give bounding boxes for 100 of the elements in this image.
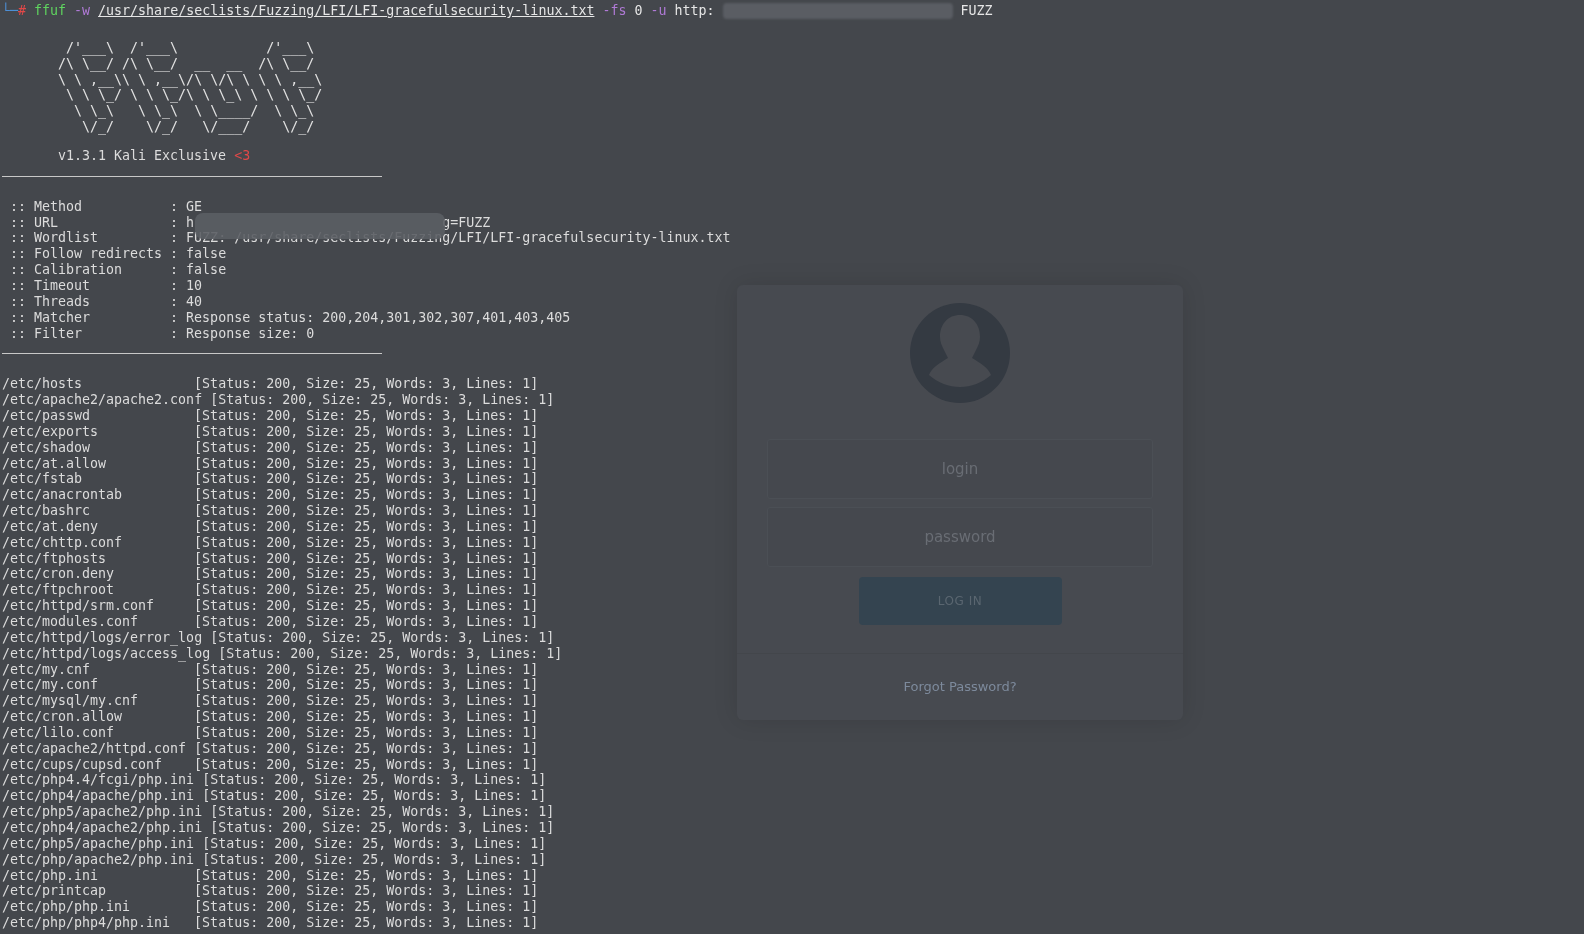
config-label: :: Calibration: [9, 262, 124, 278]
result-info: [Status: 200, Size: 25, Words: 3, Lines: 1]: [194, 408, 539, 424]
result-info: [Status: 200, Size: 25, Words: 3, Lines: 1]: [194, 883, 539, 900]
result-info: [Status: 200, Size: 25, Words: 3, Lines: 1]: [194, 455, 539, 472]
config-value: : false: [170, 246, 227, 263]
config-label: :: URL: [9, 214, 60, 231]
config-value: g=FUZZ: [442, 214, 491, 231]
prompt-corner: └─: [2, 3, 18, 19]
command-name: ffuf: [34, 3, 67, 19]
result-path: /etc/exports: [2, 423, 100, 440]
result-path: /etc/hosts: [2, 376, 84, 393]
result-path: /etc/apache2/apache2.conf: [2, 392, 203, 409]
config-label: :: Method: [9, 198, 84, 215]
result-path: /etc/modules.conf: [2, 614, 140, 630]
result-path: /etc/php/php4/php.ini: [2, 915, 172, 931]
result-info: [Status: 200, Size: 25, Words: 3, Lines: 1]: [194, 614, 539, 630]
config-value: : h: [170, 214, 195, 231]
result-info: [Status: 200, Size: 25, Words: 3, Lines: 1]: [210, 392, 555, 409]
config-value: : Response size: 0: [170, 325, 315, 342]
result-path: /etc/chttp.conf: [2, 534, 124, 551]
result-info: [Status: 200, Size: 25, Words: 3, Lines: 1]: [194, 518, 539, 535]
result-path: /etc/fstab: [2, 471, 84, 488]
config-label: :: Threads: [9, 293, 92, 310]
result-info: [Status: 200, Size: 25, Words: 3, Lines: 1]: [194, 661, 539, 678]
result-info: [Status: 200, Size: 25, Words: 3, Lines: 1]: [194, 867, 539, 884]
command-argument: FUZZ: [960, 3, 993, 19]
result-path: /etc/cron.allow: [2, 709, 124, 725]
result-info: [Status: 200, Size: 25, Words: 3, Lines: 1]: [194, 709, 539, 725]
result-path: /etc/my.conf: [2, 677, 100, 694]
command-option-text: -w: [74, 3, 91, 19]
result-path: /etc/php5/apache2/php.ini: [2, 804, 203, 820]
ascii-logo: /'___\ /'___\ /'___\ /\ \__/ /\ \__/ __ __ /\ \__/ \ \ ,__\\ \ ,__\/\ \/\ \ \ \ ,__\ \ \ \_/ \ \ \_/\ \ \_\ \ \ \ \_/ \ \_\ \ \_\ \ \____/ \ \_\ \/_/ \/_/ \/___/ \/_/: [57, 39, 324, 135]
result-path: /etc/php5/apache/php.ini: [2, 835, 195, 852]
result-path: /etc/httpd/srm.conf: [2, 598, 156, 614]
result-path: /etc/ftphosts: [2, 550, 108, 567]
result-info: [Status: 200, Size: 25, Words: 3, Lines: 1]: [194, 566, 539, 583]
result-info: [Status: 200, Size: 25, Words: 3, Lines: 1]: [202, 772, 547, 789]
result-info: [Status: 200, Size: 25, Words: 3, Lines: 1]: [202, 788, 547, 805]
result-info: [Status: 200, Size: 25, Words: 3, Lines: 1]: [194, 899, 539, 916]
result-path: /etc/httpd/logs/error_log: [2, 629, 203, 646]
result-info: [Status: 200, Size: 25, Words: 3, Lines: 1]: [194, 423, 539, 440]
prompt-symbol: #: [18, 3, 27, 19]
result-info: [Status: 200, Size: 25, Words: 3, Lines: 1]: [194, 693, 539, 710]
result-info: [Status: 200, Size: 25, Words: 3, Lines: 1]: [194, 471, 539, 488]
heart-text: <3: [234, 147, 251, 164]
config-label: :: Filter: [9, 325, 84, 342]
result-path: /etc/ftpchroot: [2, 582, 116, 599]
result-info: [Status: 200, Size: 25, Words: 3, Lines: 1]: [194, 598, 539, 614]
version-text: v1.3.1 Kali Exclusive: [58, 147, 227, 164]
command-option-text: -fs: [602, 3, 627, 19]
result-info: [Status: 200, Size: 25, Words: 3, Lines: 1]: [194, 550, 539, 567]
command-path: /usr/share/seclists/Fuzzing/LFI/LFI-gracefulsecurity-linux.txt: [98, 3, 595, 19]
result-info: [Status: 200, Size: 25, Words: 3, Lines: 1]: [194, 677, 539, 694]
config-label: :: Follow redirects: [9, 246, 164, 263]
command-argument: http:: [674, 3, 715, 19]
result-path: /etc/at.deny: [2, 518, 100, 535]
result-path: /etc/cups/cupsd.conf: [2, 756, 164, 773]
result-info: [Status: 200, Size: 25, Words: 3, Lines: 1]: [210, 629, 555, 646]
result-path: /etc/cron.deny: [2, 566, 116, 583]
command-option-text: -u: [650, 3, 667, 19]
result-path: /etc/lilo.conf: [2, 724, 116, 741]
result-info: [Status: 200, Size: 25, Words: 3, Lines: 1]: [202, 835, 547, 852]
result-path: /etc/httpd/logs/access_log: [2, 645, 211, 662]
result-info: [Status: 200, Size: 25, Words: 3, Lines: 1]: [202, 851, 547, 868]
result-path: /etc/php4.4/fcgi/php.ini: [2, 772, 195, 789]
result-path: /etc/php/apache2/php.ini: [2, 851, 195, 868]
config-value: : 10: [170, 277, 203, 294]
config-value: : GE: [170, 198, 203, 215]
config-value: : false: [170, 262, 227, 278]
result-info: [Status: 200, Size: 25, Words: 3, Lines: 1]: [218, 645, 563, 662]
result-path: /etc/shadow: [2, 439, 92, 456]
result-info: [Status: 200, Size: 25, Words: 3, Lines: 1]: [194, 503, 539, 519]
result-info: [Status: 200, Size: 25, Words: 3, Lines: 1]: [194, 534, 539, 551]
result-path: /etc/at.allow: [2, 455, 108, 472]
result-info: [Status: 200, Size: 25, Words: 3, Lines: 1]: [210, 804, 555, 820]
result-info: [Status: 200, Size: 25, Words: 3, Lines: 1]: [194, 724, 539, 741]
config-label: :: Matcher: [9, 309, 92, 326]
result-path: /etc/bashrc: [2, 503, 92, 519]
result-path: /etc/php/php.ini: [2, 899, 132, 916]
result-info: [Status: 200, Size: 25, Words: 3, Lines: 1]: [194, 756, 539, 773]
result-info: [Status: 200, Size: 25, Words: 3, Lines: 1]: [194, 376, 539, 393]
result-path: /etc/php.ini: [2, 867, 100, 884]
config-label: :: Wordlist: [9, 230, 100, 247]
forgot-password-link[interactable]: Forgot Password?: [903, 679, 1017, 695]
config-value: : FUZZ: /usr/share/seclists/Fuzzing/LFI/LFI-gracefulsecurity-linux.txt: [170, 230, 731, 247]
result-info: [Status: 200, Size: 25, Words: 3, Lines: 1]: [194, 439, 539, 456]
config-value: : 40: [170, 293, 203, 310]
result-info: [Status: 200, Size: 25, Words: 3, Lines: 1]: [210, 819, 555, 836]
result-path: /etc/apache2/httpd.conf: [2, 740, 187, 757]
result-info: [Status: 200, Size: 25, Words: 3, Lines: 1]: [194, 740, 539, 757]
result-info: [Status: 200, Size: 25, Words: 3, Lines: 1]: [194, 915, 539, 931]
result-path: /etc/php4/apache/php.ini: [2, 788, 195, 805]
result-path: /etc/php4/apache2/php.ini: [2, 819, 203, 836]
result-path: /etc/passwd: [2, 408, 92, 424]
config-value: : Response status: 200,204,301,302,307,401,403,405: [170, 309, 571, 326]
result-info: [Status: 200, Size: 25, Words: 3, Lines: 1]: [194, 582, 539, 599]
result-path: /etc/printcap: [2, 883, 108, 900]
config-label: :: Timeout: [9, 277, 92, 294]
result-path: /etc/my.cnf: [2, 661, 91, 678]
result-path: /etc/mysql/my.cnf: [2, 693, 140, 710]
